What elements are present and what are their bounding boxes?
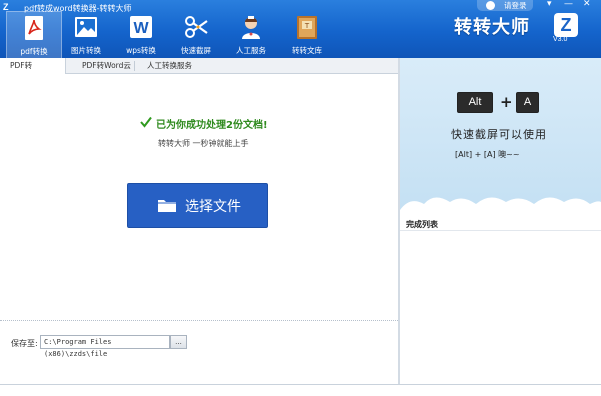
image-icon xyxy=(73,14,99,40)
toolbar-label: 快速截屏 xyxy=(181,46,211,55)
save-label: 保存至: xyxy=(11,339,38,348)
user-icon xyxy=(486,1,495,10)
toolbar-label: pdf转换 xyxy=(20,47,48,56)
toolbar-wps-convert[interactable]: W wps转换 xyxy=(113,11,169,58)
completed-list[interactable] xyxy=(400,230,601,384)
menu-dropdown-icon[interactable]: ▾ xyxy=(547,0,552,9)
toolbar-manual-service[interactable]: 人工服务 xyxy=(223,11,279,58)
divider xyxy=(0,320,398,321)
library-icon: T xyxy=(294,14,320,40)
scissors-icon xyxy=(183,14,209,40)
tab-manual-conversion[interactable]: 人工转换服务 xyxy=(137,58,202,74)
brand-logo: Z xyxy=(554,13,578,37)
tab-bar: PDF转WORD PDF转Word云 人工转换服务 xyxy=(0,58,398,86)
select-file-label: 选择文件 xyxy=(185,199,241,215)
cloud-decoration xyxy=(400,197,601,212)
completed-list-title: 完成列表 xyxy=(406,220,438,229)
toolbar-pdf-convert[interactable]: pdf转换 xyxy=(6,11,62,58)
shortcut-banner[interactable]: Alt + A 快速截屏可以使用 [Alt] + [A] 噢~~ xyxy=(400,58,601,212)
tagline: 转转大师 一秒钟就能上手 xyxy=(158,139,249,148)
svg-text:W: W xyxy=(133,20,149,37)
minimize-icon[interactable]: — xyxy=(564,0,573,9)
check-icon xyxy=(140,116,152,128)
tab-pdf-to-word[interactable]: PDF转WORD xyxy=(0,58,66,86)
login-button[interactable]: 请登录 xyxy=(477,0,533,11)
version-label: V3.0 xyxy=(553,36,568,43)
alt-key: Alt xyxy=(457,92,493,113)
close-icon[interactable]: ✕ xyxy=(583,0,591,9)
login-label: 请登录 xyxy=(504,1,527,10)
toolbar-label: 人工服务 xyxy=(236,46,266,55)
toolbar-label: 转转文库 xyxy=(292,46,322,55)
tab-pdf-to-word-cloud[interactable]: PDF转Word云 xyxy=(72,58,141,74)
toolbar-image-convert[interactable]: 图片转换 xyxy=(58,11,114,58)
toolbar-label: 图片转换 xyxy=(71,46,101,55)
wps-icon: W xyxy=(128,14,154,40)
toolbar-screenshot[interactable]: 快速截屏 xyxy=(168,11,224,58)
browse-button[interactable]: ... xyxy=(170,335,187,349)
status-bar xyxy=(0,384,601,396)
banner-hint: 快速截屏可以使用 xyxy=(451,128,547,141)
toolbar-library[interactable]: T 转转文库 xyxy=(279,11,335,58)
toolbar-label: wps转换 xyxy=(126,46,156,55)
a-key: A xyxy=(516,92,539,113)
banner-shortcut: [Alt] + [A] 噢~~ xyxy=(455,150,520,159)
save-path-input[interactable]: C:\Program Files (x86)\zzds\file xyxy=(40,335,170,358)
tab-divider xyxy=(134,61,135,71)
plus-sign: + xyxy=(500,93,513,111)
brand-name: 转转大师 xyxy=(454,17,530,38)
select-file-button[interactable]: 选择文件 xyxy=(127,183,268,228)
title-bar: Z pdf转成word转换器-转转大师 pdf转换 图片转换 W wps转换 快… xyxy=(0,0,601,58)
customer-service-icon xyxy=(238,14,264,40)
folder-icon xyxy=(158,200,176,212)
pdf-icon xyxy=(21,15,47,41)
svg-text:T: T xyxy=(304,22,310,30)
success-message: 已为你成功处理2份文档! xyxy=(156,120,268,131)
